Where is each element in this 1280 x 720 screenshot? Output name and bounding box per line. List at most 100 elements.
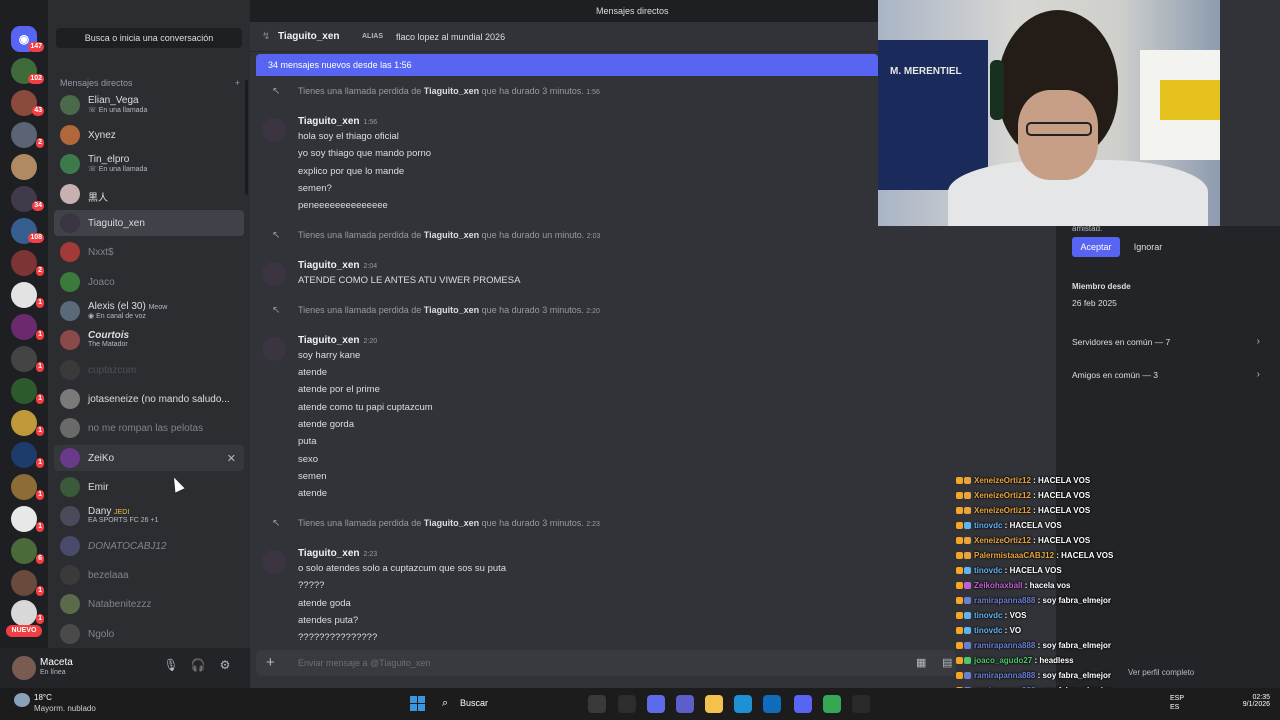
clock[interactable]: 02:35 9/1/2026 (1232, 694, 1270, 708)
server-icon[interactable] (11, 378, 37, 404)
dm-item[interactable]: Dany JEDI EA SPORTS FC 26 +1 (54, 503, 244, 529)
dm-item[interactable]: Natabenitezzz (54, 591, 244, 617)
message-author[interactable]: Tiaguito_xen 2:23 (298, 548, 377, 559)
message-composer[interactable]: + Enviar mensaje a @Tiaguito_xen ▦ ▤ (256, 650, 956, 676)
chrome-icon[interactable] (823, 695, 841, 713)
folder-icon[interactable] (705, 695, 723, 713)
dm-item[interactable]: Emir (54, 474, 244, 500)
webcam-jersey-stripe (1160, 80, 1220, 120)
dm-item[interactable]: Elian_Vega ☏ En una llamada (54, 92, 244, 118)
server-icon[interactable] (11, 154, 37, 180)
ignore-button[interactable]: Ignorar (1126, 237, 1170, 257)
gif-icon[interactable]: ▤ (942, 656, 952, 669)
dm-item[interactable]: 黒人 (54, 181, 244, 207)
copilot-icon[interactable] (647, 695, 665, 713)
stream-chat-message: HACELA VOS (1038, 506, 1091, 515)
stream-chat-line: tinovdc : VOS (956, 611, 1026, 625)
dm-item[interactable]: bezelaaa (54, 562, 244, 588)
system-message: Tienes una llamada perdida de Tiaguito_x… (298, 230, 601, 240)
headphones-icon[interactable]: 🎧 (189, 658, 207, 676)
stream-chat-user: tinovdc (974, 611, 1003, 620)
server-icon[interactable] (11, 538, 37, 564)
dm-item[interactable]: Xynez (54, 122, 244, 148)
server-icon[interactable] (11, 600, 37, 626)
accept-button[interactable]: Aceptar (1072, 237, 1120, 257)
message-text: ????? (298, 580, 325, 591)
server-icon[interactable] (11, 410, 37, 436)
server-icon[interactable] (11, 314, 37, 340)
weather-icon[interactable] (14, 693, 30, 707)
find-conversation-button[interactable]: Busca o inicia una conversación (56, 28, 242, 48)
stream-chat-line: tinovdc : VO (956, 626, 1021, 640)
dm-item[interactable]: Tin_elpro ☏ En una llamada (54, 151, 244, 177)
dm-item[interactable]: Courtois The Matador (54, 327, 244, 353)
search-icon[interactable]: ⌕ (442, 697, 448, 710)
message-author[interactable]: Tiaguito_xen 2:20 (298, 335, 377, 346)
edge-icon[interactable] (734, 695, 752, 713)
teams-icon[interactable] (676, 695, 694, 713)
message-avatar[interactable] (262, 118, 286, 142)
rail-badge: 1 (36, 490, 44, 500)
taskbar-search[interactable]: Buscar (460, 698, 488, 708)
avatar (60, 272, 80, 292)
language-indicator[interactable]: ESP ES (1170, 694, 1184, 712)
discord-taskbar-icon[interactable] (794, 695, 812, 713)
chat-badge-icon (956, 626, 974, 635)
server-icon[interactable] (11, 570, 37, 596)
new-messages-bar[interactable]: 34 mensajes nuevos desde las 1:56 (256, 54, 878, 76)
dm-scrollbar[interactable] (245, 80, 248, 195)
new-servers-badge[interactable]: NUEVO (6, 625, 42, 637)
stream-chat-message: VO (1009, 626, 1022, 635)
rail-badge: 1 (36, 298, 44, 308)
chat-header-user[interactable]: Tiaguito_xen (278, 31, 340, 42)
store-icon[interactable] (763, 695, 781, 713)
dm-item[interactable]: cuptazcum (54, 357, 244, 383)
server-icon[interactable] (11, 442, 37, 468)
message-avatar[interactable] (262, 262, 286, 286)
message-author[interactable]: Tiaguito_xen 1:56 (298, 116, 377, 127)
dm-item[interactable]: Nxxt$ (54, 239, 244, 265)
message-avatar[interactable] (262, 550, 286, 574)
mutual-friends-row[interactable]: Amigos en común — 3 › (1072, 369, 1260, 380)
dm-item-hover[interactable]: ZeiKo ✕ (54, 445, 244, 471)
windows-start-icon[interactable] (410, 696, 426, 712)
server-icon[interactable] (11, 474, 37, 500)
message-text: o solo atendes solo a cuptazcum que sos … (298, 563, 507, 574)
dm-item[interactable]: jotaseneize (no mando saludo... (54, 386, 244, 412)
user-avatar[interactable] (12, 656, 36, 680)
add-attachment-icon[interactable]: + (266, 654, 275, 671)
server-icon[interactable] (11, 346, 37, 372)
gift-icon[interactable]: ▦ (916, 656, 926, 669)
capcut-icon[interactable] (618, 695, 636, 713)
dm-item[interactable]: DONATOCABJ12 (54, 533, 244, 559)
gear-icon[interactable]: ⚙ (216, 658, 234, 676)
message-text: sexo (298, 454, 319, 465)
dm-item-active[interactable]: Tiaguito_xen (54, 210, 244, 236)
server-icon[interactable] (11, 122, 37, 148)
taskview-icon[interactable] (588, 695, 606, 713)
chat-badge-icon (956, 521, 974, 530)
close-dm-icon[interactable]: ✕ (227, 452, 236, 465)
chat-badge-icon (956, 491, 974, 500)
dm-item[interactable]: Ngolo (54, 621, 244, 647)
add-dm-icon[interactable]: + (235, 78, 240, 88)
obs-icon[interactable] (852, 695, 870, 713)
mutual-servers-row[interactable]: Servidores en común — 7 › (1072, 336, 1260, 347)
dm-name: Tiaguito_xen (88, 218, 145, 229)
message-author[interactable]: Tiaguito_xen 2:04 (298, 260, 377, 271)
weather-condition: Mayorm. nublado (34, 704, 96, 713)
server-icon[interactable] (11, 250, 37, 276)
user-status: En línea (40, 669, 66, 676)
dm-item[interactable]: Alexis (el 30) Meow ◉ En canal de voz (54, 298, 244, 324)
dm-name: Courtois (88, 330, 130, 341)
server-icon[interactable] (11, 506, 37, 532)
rail-badge: 1 (36, 522, 44, 532)
dm-item[interactable]: Joaco (54, 269, 244, 295)
message-avatar[interactable] (262, 337, 286, 361)
dm-item[interactable]: no me rompan las pelotas (54, 415, 244, 441)
stream-chat-message: soy fabra_elmejor (1042, 596, 1111, 605)
alias-value: flaco lopez al mundial 2026 (396, 32, 506, 42)
microphone-icon[interactable]: 🎙 (162, 658, 180, 676)
server-icon[interactable] (11, 282, 37, 308)
avatar (60, 565, 80, 585)
